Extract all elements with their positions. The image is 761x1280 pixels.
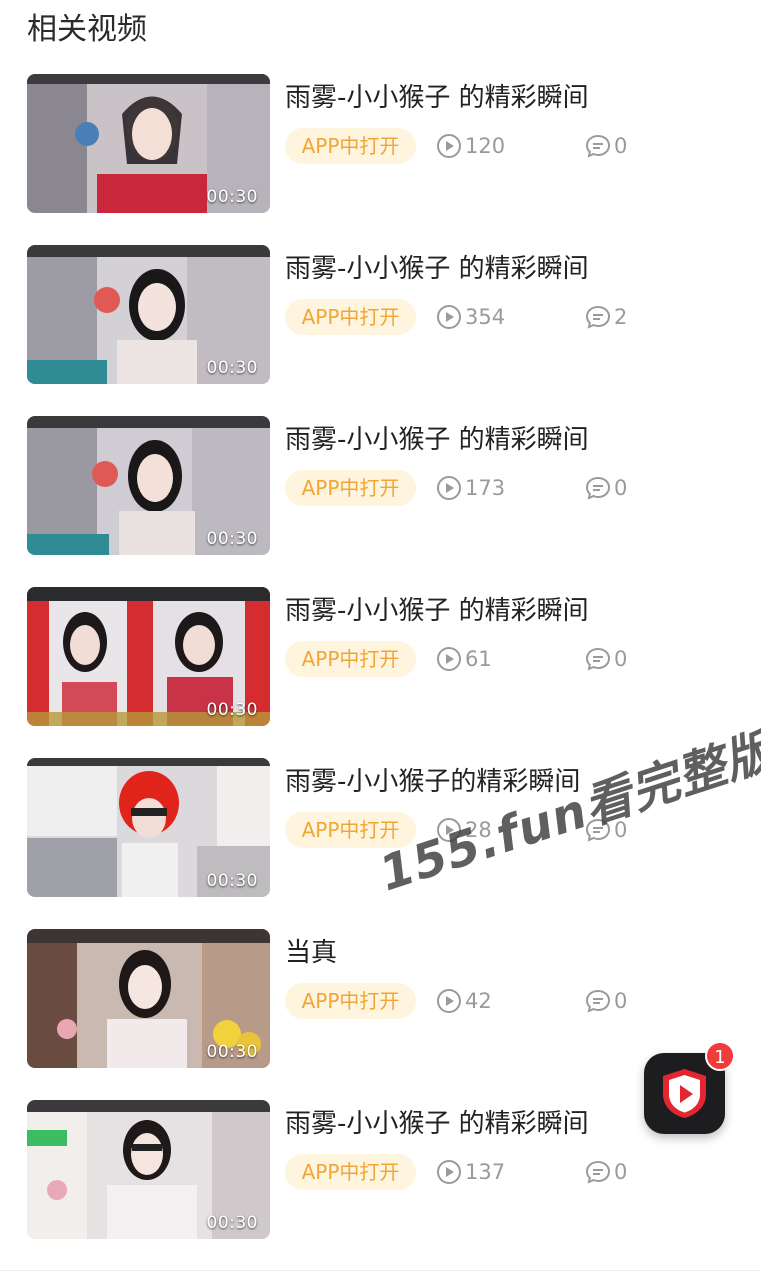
video-duration: 00:30 bbox=[206, 1042, 258, 1062]
play-count-icon bbox=[437, 989, 461, 1013]
view-count-value: 137 bbox=[465, 1160, 506, 1184]
view-count-value: 120 bbox=[465, 134, 506, 158]
view-count: 137 bbox=[436, 1158, 505, 1186]
play-count-icon bbox=[437, 476, 461, 500]
notification-badge: 1 bbox=[705, 1041, 735, 1071]
view-count: 61 bbox=[436, 645, 492, 673]
video-duration: 00:30 bbox=[206, 187, 258, 207]
play-count-icon bbox=[437, 134, 461, 158]
video-thumbnail[interactable]: 00:30 bbox=[27, 245, 270, 384]
view-count-value: 173 bbox=[465, 476, 506, 500]
video-duration: 00:30 bbox=[206, 529, 258, 549]
comment-count: 0 bbox=[585, 474, 627, 502]
video-item[interactable]: 00:30 雨雾-小小猴子 的精彩瞬间 APP中打开 173 0 bbox=[0, 416, 761, 556]
video-thumbnail[interactable]: 00:30 bbox=[27, 758, 270, 897]
video-thumbnail[interactable]: 00:30 bbox=[27, 587, 270, 726]
comment-count-value: 0 bbox=[614, 989, 628, 1013]
open-in-app-button[interactable]: APP中打开 bbox=[285, 128, 416, 164]
comment-count-value: 0 bbox=[614, 134, 628, 158]
open-in-app-button[interactable]: APP中打开 bbox=[285, 1154, 416, 1190]
view-count: 173 bbox=[436, 474, 505, 502]
comment-count: 0 bbox=[585, 1158, 627, 1186]
video-thumbnail[interactable]: 00:30 bbox=[27, 74, 270, 213]
comment-count-value: 0 bbox=[614, 476, 628, 500]
video-title[interactable]: 雨雾-小小猴子 的精彩瞬间 bbox=[285, 593, 725, 629]
comment-icon bbox=[585, 305, 611, 329]
view-count-value: 61 bbox=[465, 647, 492, 671]
view-count-value: 354 bbox=[465, 305, 506, 329]
view-count-value: 42 bbox=[465, 989, 492, 1013]
video-title[interactable]: 雨雾-小小猴子 的精彩瞬间 bbox=[285, 422, 725, 458]
open-in-app-button[interactable]: APP中打开 bbox=[285, 983, 416, 1019]
video-duration: 00:30 bbox=[206, 700, 258, 720]
open-in-app-button[interactable]: APP中打开 bbox=[285, 470, 416, 506]
view-count: 120 bbox=[436, 132, 505, 160]
comment-count: 0 bbox=[585, 132, 627, 160]
comment-icon bbox=[585, 647, 611, 671]
comment-count: 0 bbox=[585, 645, 627, 673]
video-title[interactable]: 当真 bbox=[285, 935, 725, 971]
video-item[interactable]: 00:30 雨雾-小小猴子 的精彩瞬间 APP中打开 61 0 bbox=[0, 587, 761, 727]
comment-icon bbox=[585, 476, 611, 500]
section-title: 相关视频 bbox=[27, 12, 147, 47]
open-in-app-button[interactable]: APP中打开 bbox=[285, 641, 416, 677]
video-duration: 00:30 bbox=[206, 358, 258, 378]
video-thumbnail[interactable]: 00:30 bbox=[27, 1100, 270, 1239]
comment-count-value: 2 bbox=[614, 305, 628, 329]
open-in-app-button[interactable]: APP中打开 bbox=[285, 299, 416, 335]
comment-count-value: 0 bbox=[614, 1160, 628, 1184]
comment-icon bbox=[585, 134, 611, 158]
video-item[interactable]: 00:30 雨雾-小小猴子 的精彩瞬间 APP中打开 354 2 bbox=[0, 245, 761, 385]
video-title[interactable]: 雨雾-小小猴子 的精彩瞬间 bbox=[285, 251, 725, 287]
divider bbox=[0, 1270, 761, 1271]
comment-icon bbox=[585, 989, 611, 1013]
video-title[interactable]: 雨雾-小小猴子 的精彩瞬间 bbox=[285, 80, 725, 116]
comment-count: 2 bbox=[585, 303, 627, 331]
view-count: 354 bbox=[436, 303, 505, 331]
video-item[interactable]: 00:30 当真 APP中打开 42 0 bbox=[0, 929, 761, 1069]
video-duration: 00:30 bbox=[206, 871, 258, 891]
video-thumbnail[interactable]: 00:30 bbox=[27, 416, 270, 555]
video-app-icon bbox=[663, 1069, 706, 1118]
video-item[interactable]: 00:30 雨雾-小小猴子 的精彩瞬间 APP中打开 120 0 bbox=[0, 74, 761, 214]
video-thumbnail[interactable]: 00:30 bbox=[27, 929, 270, 1068]
video-duration: 00:30 bbox=[206, 1213, 258, 1233]
play-count-icon bbox=[437, 1160, 461, 1184]
comment-count-value: 0 bbox=[614, 647, 628, 671]
play-count-icon bbox=[437, 305, 461, 329]
comment-icon bbox=[585, 1160, 611, 1184]
play-count-icon bbox=[437, 647, 461, 671]
view-count: 42 bbox=[436, 987, 492, 1015]
comment-count: 0 bbox=[585, 987, 627, 1015]
